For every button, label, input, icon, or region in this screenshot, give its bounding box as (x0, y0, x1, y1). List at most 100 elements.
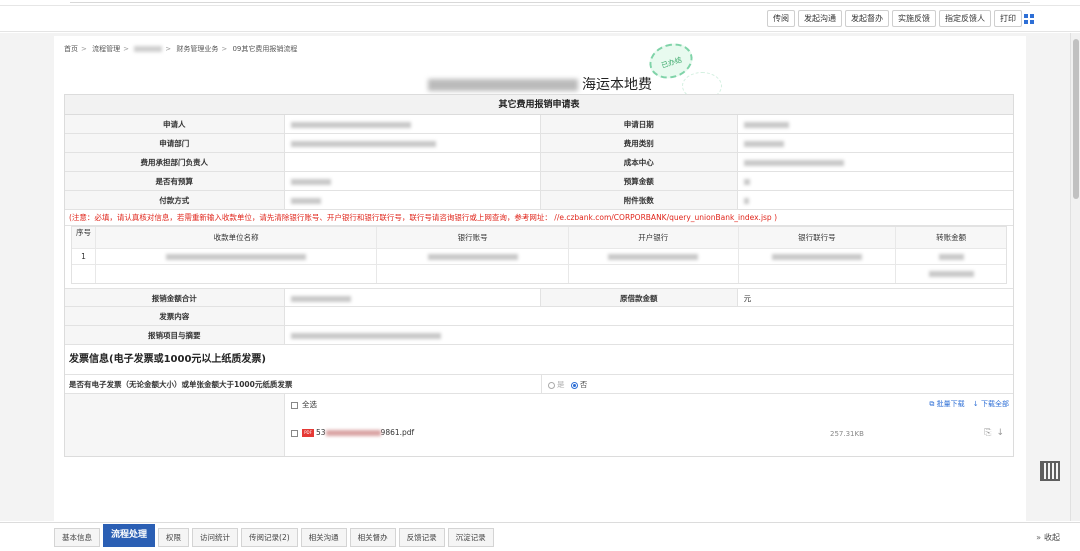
payee-amount[interactable] (896, 249, 1006, 264)
radio-no[interactable] (570, 381, 578, 389)
tab-process[interactable]: 流程处理 (103, 524, 156, 547)
budget-amount-label: 预算金额 (541, 172, 738, 190)
e-invoice-row: 是否有电子发票（无论金额大小）或单张金额大于1000元纸质发票 是 否 (65, 375, 1013, 394)
tab-communication[interactable]: 相关沟通 (300, 528, 347, 547)
form-header: 其它费用报销申请表 (65, 95, 1013, 115)
payee-amount-total (896, 265, 1006, 283)
summary-value (285, 326, 1013, 344)
pdf-icon: PDF (302, 429, 314, 437)
payee-name[interactable] (96, 249, 378, 264)
grid-icon[interactable] (1024, 14, 1034, 24)
department-label: 申请部门 (65, 134, 285, 152)
col-bank-code: 银行联行号 (739, 227, 897, 248)
breadcrumb-redacted (134, 46, 163, 52)
col-seq: 序号 (72, 227, 96, 248)
circulate-button[interactable]: 传阅 (767, 10, 795, 27)
payee-bank[interactable] (569, 249, 739, 264)
payee-row: 1 (72, 249, 1006, 265)
tab-visit-stats[interactable]: 访问统计 (192, 528, 239, 547)
download-icon[interactable]: ↓ (996, 428, 1009, 438)
breadcrumb-home[interactable]: 首页 (64, 45, 78, 53)
scrollbar-thumb[interactable] (1073, 39, 1079, 199)
tab-circulation-log[interactable]: 传阅记录(2) (241, 528, 298, 547)
invoice-content-label: 发票内容 (65, 307, 285, 325)
tab-feedback-log[interactable]: 反馈记录 (398, 528, 445, 547)
invoice-content-value (285, 307, 1013, 325)
tab-supervision[interactable]: 相关督办 (349, 528, 396, 547)
payee-bank-code[interactable] (739, 249, 897, 264)
breadcrumb-category[interactable]: 财务管理业务 (176, 45, 218, 53)
tab-archive-log[interactable]: 沉淀记录 (447, 528, 494, 547)
content-area: 首页 > 流程管理 > > 财务管理业务 > 09其它费用报销流程 已办结 海运本地费… (0, 33, 1070, 521)
collapse-label: 收起 (1044, 533, 1060, 542)
title-suffix: 海运本地费 (582, 77, 652, 93)
action-toolbar: 传阅 发起沟通 发起督办 实施反馈 指定反馈人 打印 (0, 6, 1080, 32)
payment-method-value (285, 191, 541, 209)
double-chevron-right-icon: » (1036, 533, 1041, 542)
payment-method-label: 付款方式 (65, 191, 285, 209)
file-size: 257.31KB (830, 430, 864, 438)
scrollbar[interactable] (1070, 33, 1080, 521)
total-value (285, 289, 541, 306)
radio-yes[interactable] (548, 381, 555, 389)
bottom-tab-bar: 基本信息 流程处理 权限 访问统计 传阅记录(2) 相关沟通 相关督办 反馈记录… (0, 522, 1080, 551)
bank-notice: (注意：必填，请认真核对信息，若需重新输入收款单位，请先清除银行账号、开户银行和… (65, 210, 1013, 226)
dept-head-label: 费用承担部门负责人 (65, 153, 285, 171)
implement-feedback-button[interactable]: 实施反馈 (892, 10, 936, 27)
cost-center-label: 成本中心 (541, 153, 738, 171)
summary-label: 报销项目与摘要 (65, 326, 285, 344)
files-label-cell (65, 394, 285, 456)
form-row: 报销金额合计 原借款金额 元 (65, 288, 1013, 307)
download-actions: ⧉ 批量下载 ↓ 下载全部 (929, 399, 1009, 409)
collapse-button[interactable]: » 收起 (1036, 532, 1060, 543)
form-row: 发票内容 (65, 307, 1013, 326)
tab-basic-info[interactable]: 基本信息 (54, 528, 100, 547)
file-item[interactable]: PDF 53 9861.pdf (291, 428, 414, 437)
attachment-count-label: 附件张数 (541, 191, 738, 209)
download-all-icon: ↓ (972, 400, 979, 408)
start-communication-button[interactable]: 发起沟通 (798, 10, 842, 27)
apply-date-value (738, 115, 1013, 133)
form-paper: 首页 > 流程管理 > > 财务管理业务 > 09其它费用报销流程 已办结 海运本地费… (54, 36, 1026, 521)
expense-type-label: 费用类别 (541, 134, 738, 152)
select-all-label: 全选 (302, 400, 317, 409)
col-amount: 转账金额 (936, 233, 967, 242)
batch-download-link[interactable]: 批量下载 (937, 400, 965, 408)
form-row: 付款方式 附件张数 (65, 191, 1013, 210)
radio-yes-label: 是 (557, 380, 565, 389)
loan-label: 原借款金额 (541, 289, 738, 306)
loan-unit: 元 (743, 294, 752, 303)
form-row: 报销项目与摘要 (65, 326, 1013, 345)
tab-permission[interactable]: 权限 (158, 528, 190, 547)
breadcrumb: 首页 > 流程管理 > > 财务管理业务 > 09其它费用报销流程 (64, 45, 298, 53)
form-row: 申请人 申请日期 (65, 115, 1013, 134)
applicant-value (285, 115, 541, 133)
radio-no-label: 否 (579, 380, 588, 389)
payee-row-extra (72, 265, 1006, 283)
print-button[interactable]: 打印 (994, 10, 1022, 27)
file-checkbox[interactable] (291, 429, 298, 437)
apply-date-label: 申请日期 (541, 115, 738, 133)
batch-download-icon: ⧉ (929, 400, 935, 408)
start-supervision-button[interactable]: 发起督办 (845, 10, 889, 27)
col-bank-account: 银行账号 (377, 227, 569, 248)
invoice-section-title: 发票信息(电子发票或1000元以上纸质发票) (65, 345, 1013, 375)
has-budget-value (285, 172, 541, 190)
qr-code-icon[interactable] (1040, 461, 1060, 481)
form-row: 是否有预算 预算金额 (65, 172, 1013, 191)
assign-feedback-person-button[interactable]: 指定反馈人 (939, 10, 991, 27)
file-name-suffix: 9861.pdf (380, 428, 415, 437)
total-label: 报销金额合计 (65, 289, 285, 306)
dept-head-value (285, 153, 541, 171)
breadcrumb-current: 09其它费用报销流程 (232, 45, 298, 53)
document-title: 海运本地费 (54, 74, 1026, 94)
file-actions: ⎘↓ (984, 428, 1009, 438)
preview-icon[interactable]: ⎘ (984, 428, 996, 438)
select-all[interactable]: 全选 (291, 399, 317, 410)
payee-account[interactable] (377, 249, 569, 264)
payee-header-row: 序号 收款单位名称 银行账号 开户银行 银行联行号 转账金额 (72, 227, 1006, 249)
breadcrumb-process[interactable]: 流程管理 (92, 45, 120, 53)
col-payee-name: 收款单位名称 (96, 227, 378, 248)
download-all-link[interactable]: 下载全部 (981, 400, 1009, 408)
select-all-checkbox[interactable] (291, 401, 298, 409)
